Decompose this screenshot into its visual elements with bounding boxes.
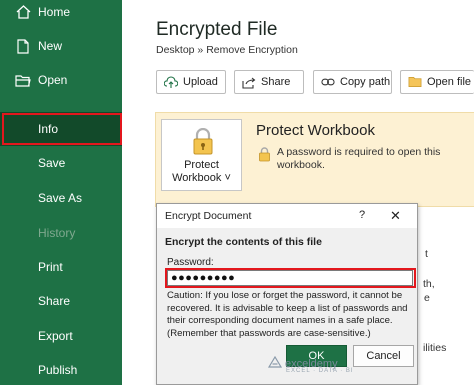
share-icon bbox=[242, 75, 256, 89]
protect-workbook-heading: Protect Workbook bbox=[256, 122, 375, 139]
sidebar-item-label: History bbox=[38, 226, 76, 240]
watermark-tagline: EXCEL · DATA · BI bbox=[286, 368, 354, 374]
sidebar-item-label: Save As bbox=[38, 191, 83, 205]
breadcrumb: Desktop » Remove Encryption bbox=[156, 44, 298, 56]
new-document-icon bbox=[15, 38, 31, 54]
password-highlight-box bbox=[165, 268, 416, 288]
upload-button[interactable]: Upload bbox=[156, 70, 226, 94]
copy-path-label[interactable]: Copy path bbox=[340, 76, 390, 88]
sidebar-item-home[interactable]: Home bbox=[0, 0, 122, 29]
upload-label: Upload bbox=[183, 76, 218, 88]
protect-description: A password is required to open this work… bbox=[277, 146, 441, 171]
sidebar-item-open[interactable]: Open bbox=[0, 63, 122, 97]
sidebar-item-label: Save bbox=[38, 156, 66, 170]
cancel-button[interactable]: Cancel bbox=[353, 345, 414, 367]
protect-button-label: Protect bbox=[184, 159, 219, 171]
caution-text: Caution: If you lose or forget the passw… bbox=[167, 290, 408, 339]
exceldemy-logo-icon bbox=[267, 355, 283, 373]
backstage-sidebar: Home New Open Info Save Save As History … bbox=[0, 0, 122, 385]
upload-icon bbox=[164, 75, 178, 89]
dialog-title: Encrypt Document bbox=[165, 210, 252, 222]
link-icon bbox=[321, 75, 335, 89]
background-text-fragment: th, bbox=[423, 278, 435, 290]
sidebar-item-save[interactable]: Save bbox=[0, 146, 122, 180]
sidebar-item-share[interactable]: Share bbox=[0, 284, 122, 318]
dialog-heading: Encrypt the contents of this file bbox=[165, 236, 322, 248]
sidebar-item-label: New bbox=[38, 39, 63, 53]
sidebar-item-history: History bbox=[0, 216, 122, 250]
sidebar-item-label: Home bbox=[38, 5, 71, 19]
folder-icon bbox=[408, 75, 422, 89]
info-highlight-box bbox=[2, 113, 122, 145]
copy-path-button[interactable]: Copy path bbox=[313, 70, 392, 94]
sidebar-item-publish[interactable]: Publish bbox=[0, 353, 122, 385]
background-text-fragment: t bbox=[425, 248, 428, 260]
sidebar-item-label: Publish bbox=[38, 363, 78, 377]
close-icon[interactable]: ✕ bbox=[390, 208, 401, 224]
password-label: Password: bbox=[167, 257, 214, 268]
background-text-fragment: ilities bbox=[423, 342, 447, 354]
sidebar-item-save-as[interactable]: Save As bbox=[0, 181, 122, 215]
sidebar-item-label: Open bbox=[38, 73, 68, 87]
sidebar-item-export[interactable]: Export bbox=[0, 319, 122, 353]
sidebar-item-label: Export bbox=[38, 329, 73, 343]
protect-button-label-2: Workbook ˅ bbox=[172, 172, 231, 184]
share-button[interactable]: Share bbox=[234, 70, 304, 94]
open-file-location-label: Open file l bbox=[427, 76, 474, 88]
open-file-location-button[interactable]: Open file l bbox=[400, 70, 474, 94]
lock-key-icon bbox=[191, 127, 215, 161]
help-button[interactable]: ? bbox=[359, 209, 365, 221]
sidebar-item-new[interactable]: New bbox=[0, 29, 122, 63]
home-icon bbox=[15, 4, 31, 20]
lock-icon bbox=[258, 147, 271, 167]
sidebar-item-print[interactable]: Print bbox=[0, 250, 122, 284]
folder-open-icon bbox=[15, 72, 31, 88]
sidebar-item-label: Print bbox=[38, 260, 63, 274]
sidebar-item-label: Share bbox=[38, 294, 71, 308]
protect-workbook-button[interactable]: Protect Workbook ˅ bbox=[161, 119, 242, 191]
page-title: Encrypted File bbox=[156, 19, 278, 40]
background-text-fragment: e bbox=[424, 292, 430, 304]
share-label: Share bbox=[261, 76, 291, 88]
